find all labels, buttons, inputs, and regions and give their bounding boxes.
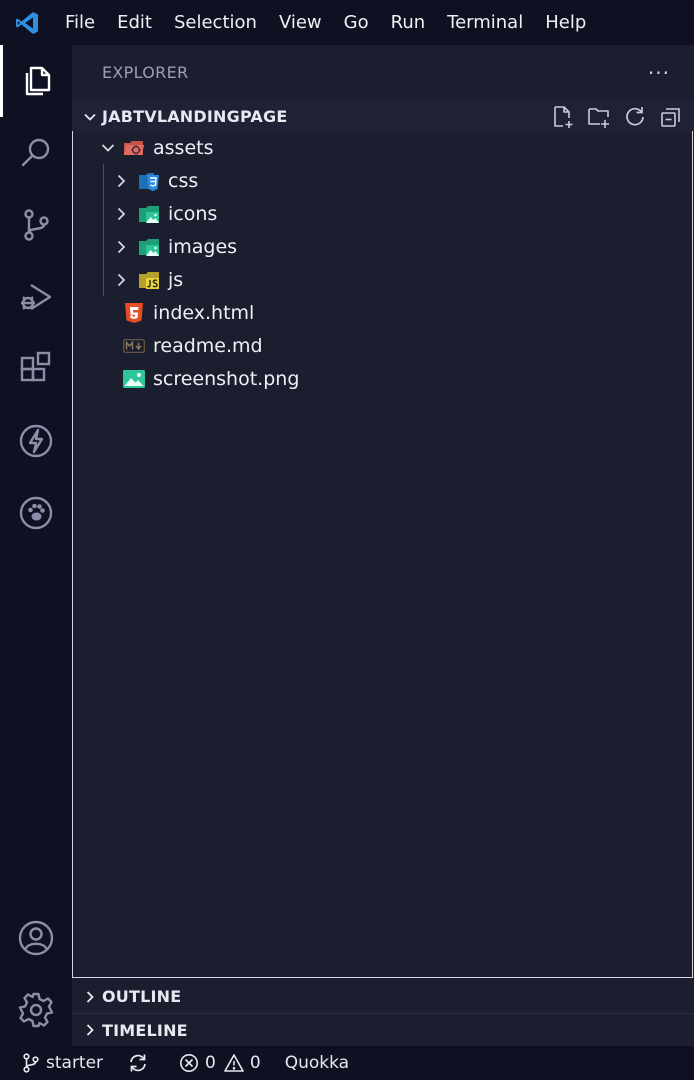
- chevron-right-icon: [112, 271, 130, 289]
- error-count: 0: [205, 1053, 216, 1073]
- chevron-right-icon: [112, 238, 130, 256]
- tree-item-icons[interactable]: icons: [73, 197, 692, 230]
- warning-icon: [224, 1054, 244, 1072]
- explorer-sidebar: EXPLORER ··· JABTVLANDINGPAGE assets css…: [72, 45, 694, 1046]
- more-actions-button[interactable]: ···: [648, 61, 670, 85]
- menu-run[interactable]: Run: [380, 0, 437, 45]
- markdown-file-icon: [123, 335, 145, 357]
- outline-label: OUTLINE: [102, 987, 182, 1006]
- error-icon: [180, 1054, 199, 1072]
- new-folder-icon[interactable]: [586, 104, 612, 130]
- warning-count: 0: [249, 1053, 261, 1073]
- collapse-all-icon[interactable]: [658, 104, 684, 130]
- refresh-icon[interactable]: [622, 104, 648, 130]
- tree-item-images[interactable]: images: [73, 230, 692, 263]
- folder-images-icon: [138, 236, 160, 258]
- sync-button[interactable]: [115, 1046, 167, 1080]
- tree-item-label: css: [168, 169, 199, 192]
- folder-css-icon: [138, 170, 160, 192]
- source-control-icon[interactable]: [0, 189, 72, 261]
- tree-item-screenshot-png[interactable]: screenshot.png: [73, 362, 692, 395]
- file-tree: assets css icons images js index.html re…: [72, 131, 693, 978]
- folder-icons-icon: [138, 203, 160, 225]
- chevron-down-icon: [99, 139, 117, 157]
- branch-status[interactable]: starter: [0, 1046, 115, 1080]
- extensions-icon[interactable]: [0, 333, 72, 405]
- menu-terminal[interactable]: Terminal: [436, 0, 534, 45]
- tree-item-label: images: [168, 235, 238, 258]
- tree-item-label: screenshot.png: [153, 367, 300, 390]
- problems-status[interactable]: 0 0: [167, 1046, 273, 1080]
- account-icon[interactable]: [0, 902, 72, 974]
- sync-icon: [130, 1054, 146, 1072]
- explorer-header: EXPLORER ···: [72, 45, 694, 100]
- tree-item-index-html[interactable]: index.html: [73, 296, 692, 329]
- menu-help[interactable]: Help: [534, 0, 597, 45]
- chevron-down-icon: [80, 107, 100, 127]
- tree-item-label: readme.md: [153, 334, 263, 357]
- tree-item-label: assets: [153, 136, 214, 159]
- html5-file-icon: [123, 302, 145, 324]
- menu-view[interactable]: View: [268, 0, 333, 45]
- tree-item-css[interactable]: css: [73, 164, 692, 197]
- timeline-label: TIMELINE: [102, 1020, 188, 1040]
- menu-go[interactable]: Go: [333, 0, 380, 45]
- run-debug-icon[interactable]: [0, 261, 72, 333]
- tree-item-label: index.html: [153, 301, 255, 324]
- chevron-right-icon: [80, 987, 100, 1007]
- chevron-right-icon: [112, 205, 130, 223]
- quokka-status[interactable]: Quokka: [273, 1046, 361, 1080]
- image-file-icon: [123, 368, 145, 390]
- branch-name: starter: [46, 1053, 104, 1073]
- project-section-header[interactable]: JABTVLANDINGPAGE: [72, 100, 694, 133]
- chevron-right-icon: [80, 1020, 100, 1040]
- folder-assets-icon: [123, 137, 145, 159]
- activity-bar: [0, 45, 72, 1046]
- menu-file[interactable]: File: [54, 0, 106, 45]
- tree-item-label: js: [168, 268, 184, 291]
- new-file-icon[interactable]: [550, 104, 576, 130]
- explorer-title: EXPLORER: [102, 63, 189, 82]
- explorer-icon[interactable]: [0, 45, 72, 117]
- lightning-icon[interactable]: [0, 405, 72, 477]
- status-bar: starter 0 0 Quokka: [0, 1046, 694, 1080]
- settings-gear-icon[interactable]: [0, 974, 72, 1046]
- outline-section-header[interactable]: OUTLINE: [72, 980, 694, 1013]
- folder-js-icon: [138, 269, 160, 291]
- menu-selection[interactable]: Selection: [163, 0, 268, 45]
- tree-item-readme-md[interactable]: readme.md: [73, 329, 692, 362]
- quokka-label: Quokka: [284, 1053, 350, 1073]
- paw-icon[interactable]: [0, 477, 72, 549]
- timeline-section-header[interactable]: TIMELINE: [72, 1013, 694, 1046]
- tree-item-js[interactable]: js: [73, 263, 692, 296]
- search-icon[interactable]: [0, 117, 72, 189]
- chevron-right-icon: [112, 172, 130, 190]
- project-name: JABTVLANDINGPAGE: [102, 107, 288, 126]
- vscode-logo-icon: [0, 0, 54, 45]
- menu-bar: File Edit Selection View Go Run Terminal…: [0, 0, 694, 45]
- tree-item-label: icons: [168, 202, 218, 225]
- menu-edit[interactable]: Edit: [106, 0, 163, 45]
- git-branch-icon: [23, 1053, 39, 1073]
- tree-item-assets[interactable]: assets: [73, 131, 692, 164]
